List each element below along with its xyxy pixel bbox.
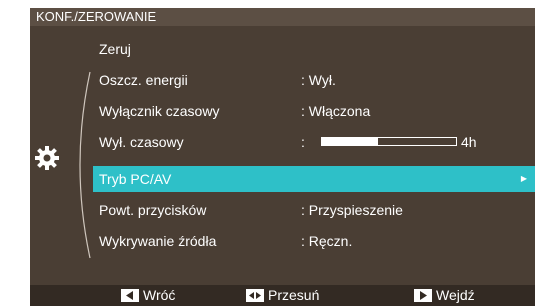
up-down-arrow-key-icon	[246, 289, 264, 302]
back-label: Wróć	[143, 287, 176, 303]
slider-value: 4h	[461, 134, 477, 150]
menu-item-reset[interactable]: Zeruj	[93, 36, 535, 62]
menu-item-label: Oszcz. energii	[99, 72, 188, 88]
menu-item-eco-saving[interactable]: Oszcz. energii : Wył.	[93, 67, 535, 93]
menu-item-value: : Włączona	[301, 103, 371, 119]
menu-item-label: Wył. czasowy	[99, 134, 184, 150]
menu-item-pc-av-mode[interactable]: Tryb PC/AV ▶	[93, 166, 535, 192]
slider-fill	[322, 138, 379, 145]
off-timer-slider[interactable]	[321, 137, 457, 146]
menu-item-source-detection[interactable]: Wykrywanie źródła : Ręczn.	[93, 228, 535, 254]
back-button[interactable]: Wróć	[121, 285, 175, 306]
menu-item-off-timer-switch[interactable]: Wyłącznik czasowy : Włączona	[93, 98, 535, 124]
menu-item-value: : Ręczn.	[301, 233, 353, 249]
menu-title: KONF./ZEROWANIE	[30, 8, 535, 26]
menu-item-value: :	[301, 134, 305, 150]
gear-icon	[35, 146, 59, 170]
enter-label: Wejdź	[436, 287, 475, 303]
menu-item-value: : Przyspieszenie	[301, 202, 403, 218]
submenu-arrow-icon: ▶	[520, 174, 527, 183]
move-button[interactable]: Przesuń	[246, 285, 319, 306]
left-arrow-key-icon	[121, 289, 139, 302]
menu-item-off-timer[interactable]: Wył. czasowy : 4h	[93, 129, 535, 155]
menu-arc-decoration	[79, 71, 91, 259]
right-arrow-key-icon	[414, 289, 432, 302]
menu-item-label: Tryb PC/AV	[99, 171, 172, 187]
enter-button[interactable]: Wejdź	[414, 285, 475, 306]
menu-item-value: : Wył.	[301, 72, 336, 88]
menu-item-key-repeat[interactable]: Powt. przycisków : Przyspieszenie	[93, 197, 535, 223]
menu-item-label: Wyłącznik czasowy	[99, 103, 220, 119]
footer-bar: Wróć Przesuń Wejdź	[30, 285, 535, 306]
menu-item-label: Powt. przycisków	[99, 202, 207, 218]
menu-item-label: Zeruj	[99, 41, 131, 57]
move-label: Przesuń	[268, 287, 320, 303]
osd-menu: KONF./ZEROWANIE Zeruj Oszcz. energii : W…	[30, 8, 535, 306]
menu-item-label: Wykrywanie źródła	[99, 233, 217, 249]
